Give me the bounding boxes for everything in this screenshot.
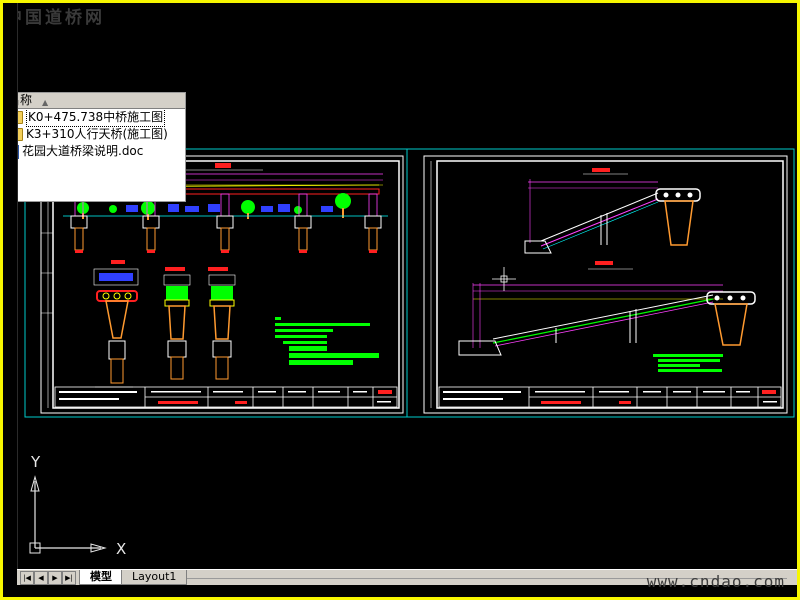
sort-ascending-icon: ▲ [42,98,49,107]
name-column-header[interactable]: 名称 ▲ [4,93,185,109]
file-list-panel[interactable]: 名称 ▲ K0+475.738中桥施工图 K3+310人行天桥(施工图) 花园大… [3,92,186,202]
tab-model[interactable]: 模型 [79,570,123,585]
drawing-canvas[interactable] [3,3,797,569]
file-item-label: 花园大道桥梁说明.doc [22,144,144,158]
first-tab-icon[interactable]: |◀ [20,571,34,585]
tab-layout1[interactable]: Layout1 [121,570,188,585]
cad-drawing-area[interactable]: 中国道桥网 Y X 名称 ▲ K0+475.738中桥施工图 K3+310人行天… [3,3,797,597]
ucs-icon [29,475,107,554]
right-sheet[interactable] [423,155,788,414]
file-item-folder-k0[interactable]: K0+475.738中桥施工图 [4,108,185,127]
left-scroll-area [3,3,18,569]
prev-tab-icon[interactable]: ◀ [34,571,48,585]
file-item-folder-k3[interactable]: K3+310人行天桥(施工图) [4,126,185,143]
watermark-url-text: www.cndao.com [646,572,785,591]
ucs-x-label: X [116,540,127,558]
file-item-label: K3+310人行天桥(施工图) [26,127,168,141]
last-tab-icon[interactable]: ▶| [62,571,76,585]
file-item-doc[interactable]: 花园大道桥梁说明.doc [4,143,185,160]
next-tab-icon[interactable]: ▶ [48,571,62,585]
ucs-y-label: Y [31,453,41,471]
file-item-label: K0+475.738中桥施工图 [26,108,166,127]
